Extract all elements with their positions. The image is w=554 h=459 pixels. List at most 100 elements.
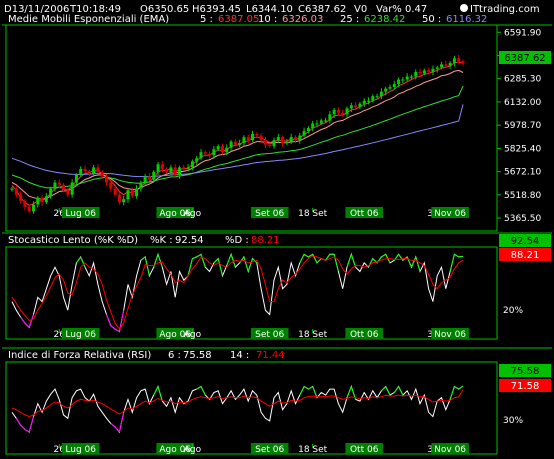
- rsi-6-label: 6 :: [168, 350, 181, 361]
- candle-body: [152, 171, 156, 180]
- candle-body: [328, 114, 332, 121]
- stoch-zone-segment: [449, 254, 455, 272]
- ema10-value: 6326.03: [282, 14, 323, 25]
- rsi-badge-value: 75.58: [511, 366, 540, 377]
- candle-body: [367, 100, 371, 102]
- candle-body: [319, 120, 323, 124]
- candle-body: [79, 168, 83, 175]
- price-y-tick-label: 5518.80: [504, 191, 541, 201]
- rsi-zone-segment: [458, 385, 464, 390]
- candle-body: [384, 88, 388, 92]
- candle-body: [92, 167, 96, 174]
- price-x-label: Lug 06: [65, 209, 96, 219]
- rsi-zone-segment: [398, 386, 404, 396]
- candle-body: [405, 76, 409, 80]
- candle-body: [440, 64, 444, 68]
- rsi-x-label: 18 Set: [298, 445, 328, 455]
- rsi-zone-segment: [449, 386, 455, 400]
- candle-body: [190, 161, 194, 168]
- candle-body: [444, 64, 448, 66]
- candle-body: [66, 190, 70, 195]
- rsi-x-label: Lug 06: [65, 445, 96, 455]
- candle-body: [169, 167, 173, 172]
- ema-10-line: [11, 69, 464, 200]
- candle-body: [418, 71, 422, 74]
- chart-canvas: D13/11/2006 T10:18:49 O6350.65 H6393.45 …: [2, 4, 552, 455]
- candle-body: [130, 190, 134, 197]
- rsi-series-6: [11, 385, 464, 434]
- candle-body: [409, 76, 413, 78]
- candle-body: [315, 123, 319, 125]
- candle-body: [62, 184, 66, 191]
- candle-body: [57, 182, 61, 185]
- candle-body: [96, 167, 100, 172]
- stoch-zone-segment: [454, 253, 459, 258]
- candle-body: [147, 176, 151, 180]
- stoch-x-label: Nov 06: [434, 330, 466, 340]
- candle-body: [285, 141, 289, 144]
- rsi-panel-frame: [5, 361, 498, 455]
- stoch-zone-segment: [76, 256, 82, 264]
- brand-dot-icon: [460, 4, 468, 12]
- candle-body: [324, 120, 328, 122]
- candle-body: [122, 199, 126, 203]
- candle-body: [268, 144, 272, 147]
- ema-50-line: [11, 104, 464, 178]
- price-y-tick-label: 5978.70: [504, 121, 541, 131]
- rsi-zone-segment: [308, 386, 313, 390]
- candle-body: [225, 147, 229, 153]
- candle-body: [306, 128, 310, 132]
- candle-body: [182, 167, 186, 169]
- candle-body: [431, 68, 435, 72]
- candle-body: [358, 103, 362, 107]
- candle-body: [246, 137, 250, 141]
- candle-body: [100, 171, 104, 177]
- candle-body: [341, 112, 345, 115]
- candle-body: [414, 71, 418, 77]
- ema5-value: 6387.05: [218, 14, 259, 25]
- stoch-d-badge-value: 88.21: [511, 250, 540, 261]
- ema50-value: 6116.32: [446, 14, 487, 25]
- stoch-d-label: %D :: [225, 235, 249, 246]
- candle-body: [293, 137, 297, 141]
- price-y-tick-label: 6591.90: [504, 28, 541, 38]
- candle-body: [311, 123, 315, 128]
- candle-body: [238, 143, 242, 145]
- rsi-zone-segment: [454, 386, 459, 390]
- rsi-zone-segment: [20, 424, 26, 430]
- stoch-zone-segment: [106, 314, 112, 326]
- stoch-zone-segment: [196, 253, 202, 258]
- price-x-label: 18 Set: [298, 209, 328, 219]
- rsi-zone-segment: [196, 386, 202, 390]
- last-price-value: 6387.62: [504, 53, 545, 64]
- candle-body: [251, 134, 255, 141]
- candle-body: [113, 188, 117, 195]
- price-panel: Medie Mobili Esponenziali (EMA) 5 : 6387…: [2, 14, 552, 232]
- rsi-zone-segment: [28, 416, 34, 433]
- rsi-ma-badge-value: 71.58: [511, 381, 540, 392]
- rsi-zone-segment: [24, 429, 30, 433]
- stoch-k-label: %K :: [150, 235, 173, 246]
- stoch-zone-segment: [346, 254, 352, 268]
- candle-body: [281, 137, 285, 144]
- candle-body: [388, 87, 392, 89]
- price-x-label: Ott 06: [350, 209, 379, 219]
- candle-body: [371, 96, 375, 101]
- candle-body: [242, 137, 246, 144]
- candle-body: [74, 174, 78, 183]
- candle-body: [199, 152, 203, 159]
- ema5-label: 5 :: [200, 14, 213, 25]
- candle-body: [139, 182, 143, 189]
- price-x-label: Nov 06: [434, 209, 466, 219]
- stoch-panel-title: Stocastico Lento (%K %D): [8, 235, 138, 246]
- candle-body: [263, 140, 267, 145]
- candle-body: [435, 67, 439, 69]
- candle-body: [117, 194, 121, 203]
- stoch-zone-segment: [217, 258, 223, 276]
- price-y-tick-label: 5365.50: [504, 214, 541, 224]
- stoch-zone-segment: [381, 253, 386, 258]
- candle-body: [289, 137, 293, 142]
- candle-body: [276, 137, 280, 141]
- candle-body: [143, 176, 147, 183]
- rsi-level-label: 30%: [503, 416, 523, 426]
